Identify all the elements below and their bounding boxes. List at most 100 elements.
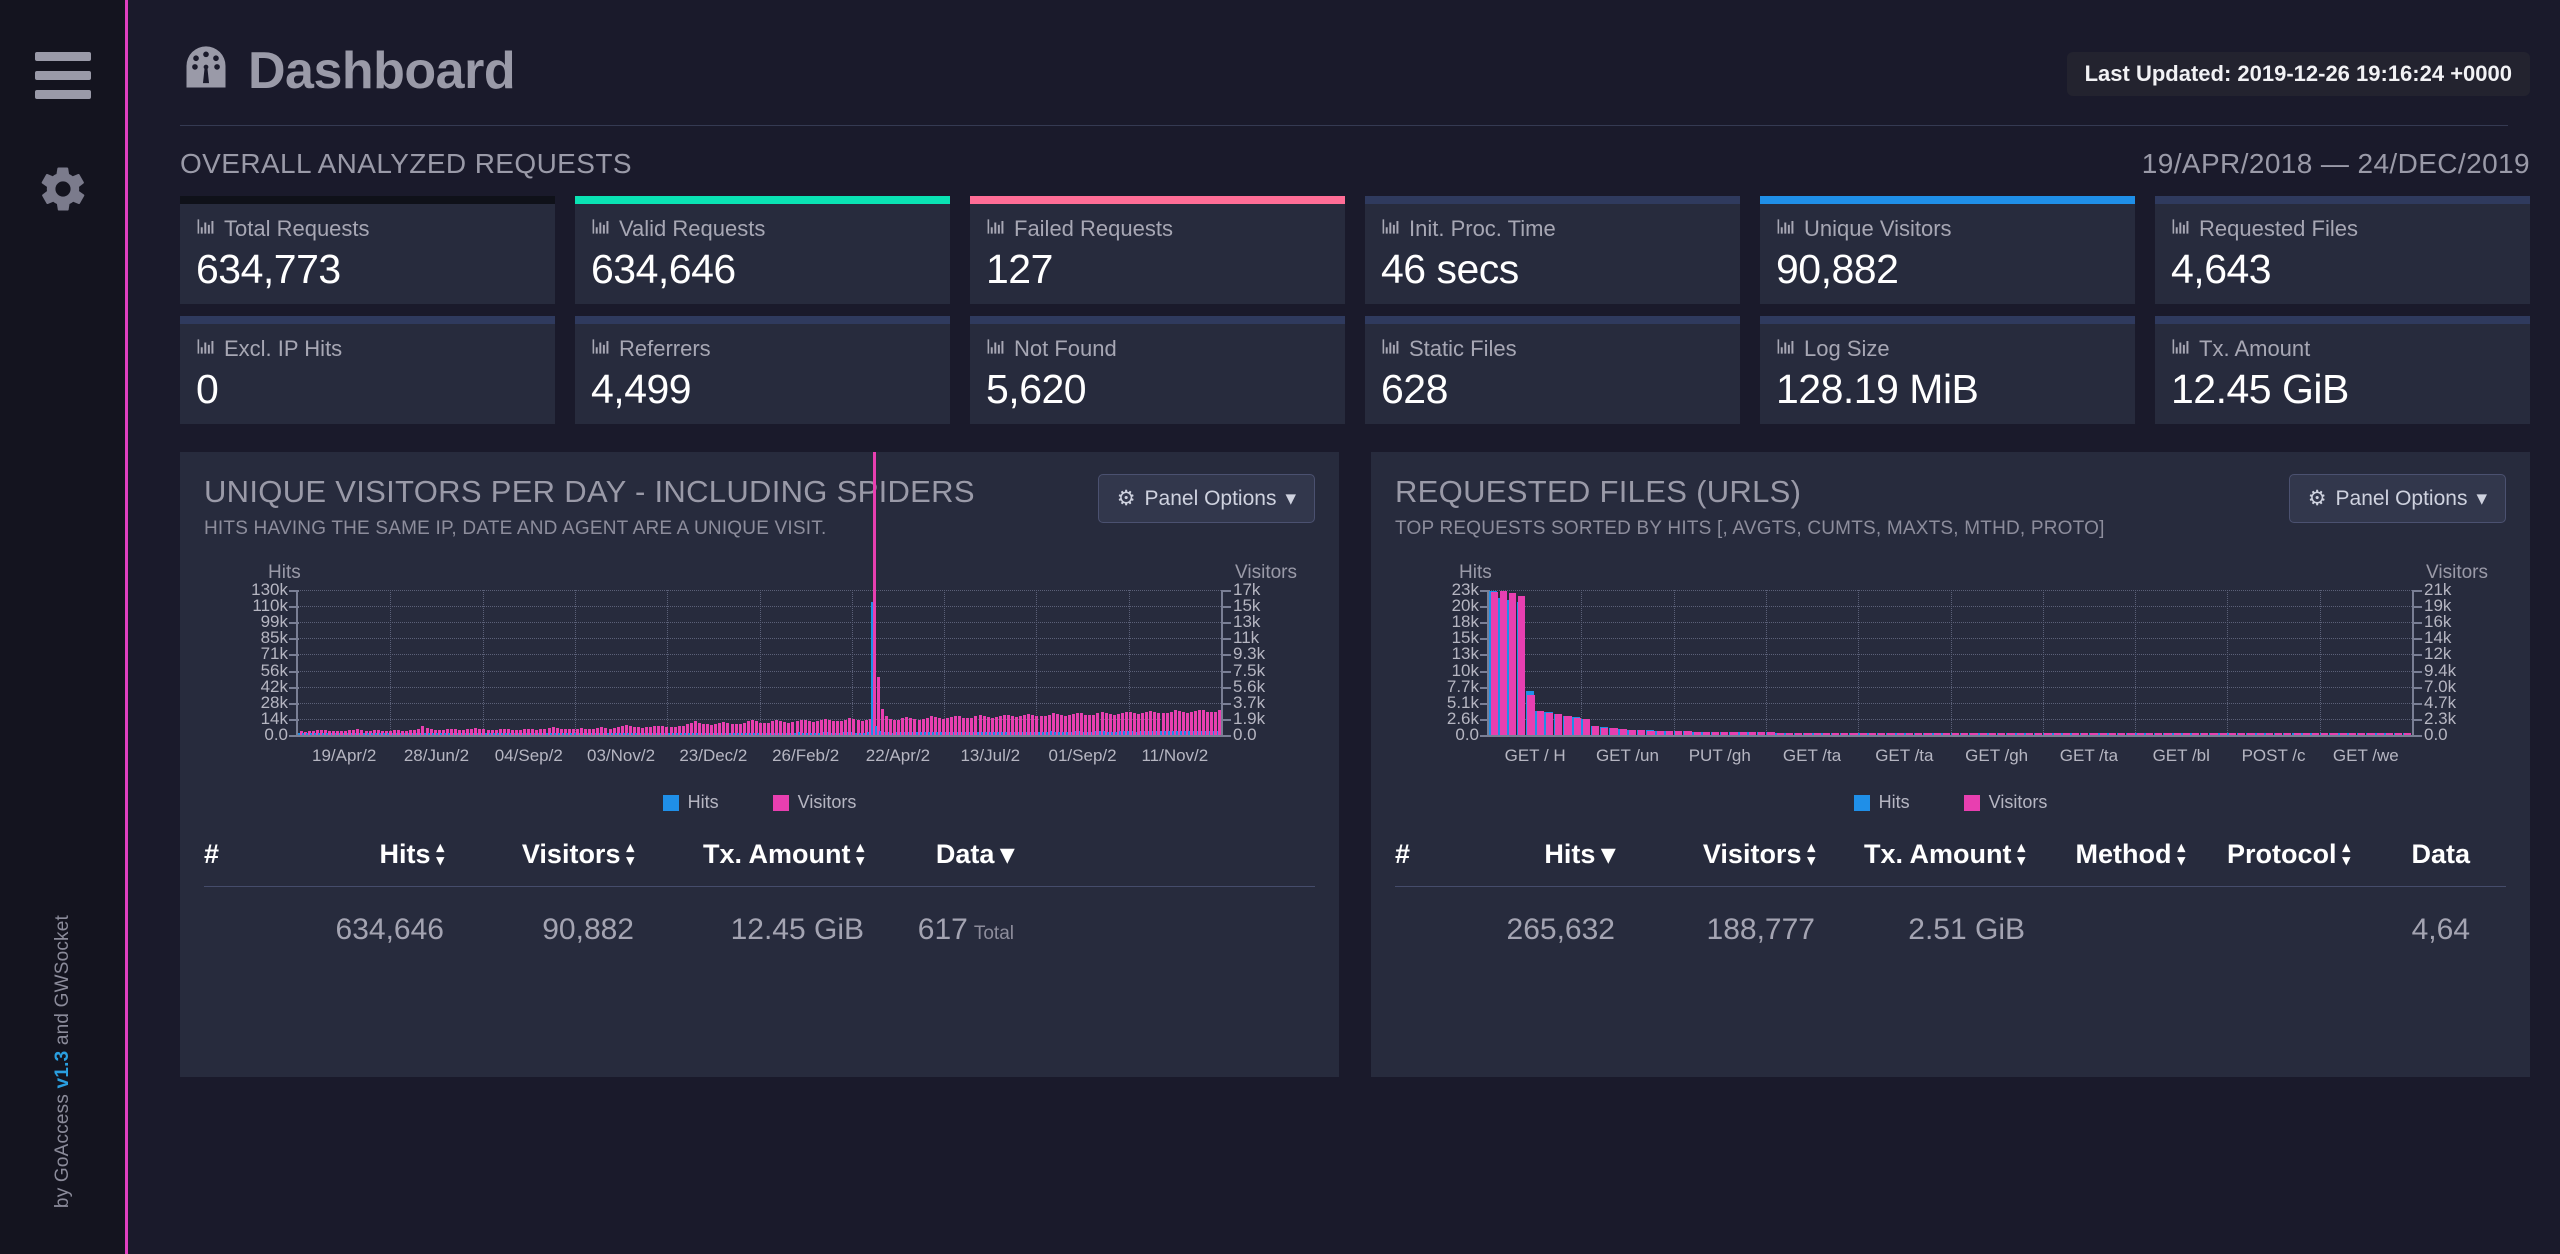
stat-card-accent-bar	[970, 316, 1345, 324]
chart-series-visitors-bar	[1998, 733, 2006, 735]
panel-table: # Hits ▴ ▾ Visitors ▴ ▾ Tx. Amount ▴ ▾ Data ▾ 634,64…	[204, 839, 1315, 947]
table-row: 265,632 188,777 2.51 GiB 4,64	[1395, 887, 2506, 947]
table-column-header[interactable]: Protocol ▴ ▾	[2185, 839, 2350, 870]
legend-item[interactable]: Hits	[662, 792, 719, 813]
legend-item[interactable]: Visitors	[772, 792, 856, 813]
table-column-header[interactable]: Data ▾	[864, 839, 1014, 870]
table-cell-suffix: Total	[973, 923, 1014, 944]
chart-series-visitors-bar	[2108, 733, 2117, 735]
table-column-header[interactable]: Visitors ▴ ▾	[444, 839, 634, 870]
panel-titles: UNIQUE VISITORS PER DAY - INCLUDING SPID…	[204, 474, 975, 540]
stat-card-label-text: Unique Visitors	[1804, 216, 1952, 241]
stat-card: Failed Requests 127	[970, 196, 1345, 304]
table-column-header[interactable]: #	[204, 839, 264, 870]
chart-series-visitors-bar	[1555, 714, 1563, 735]
chevron-down-icon: ▾	[1285, 487, 1296, 510]
panel-subtitle: HITS HAVING THE SAME IP, DATE AND AGENT …	[204, 518, 827, 539]
chart-series-visitors-bar	[1592, 726, 1600, 735]
chart-x-tick: POST /c	[2241, 746, 2306, 765]
stat-card-label: Valid Requests	[591, 216, 934, 242]
table-cell	[2025, 913, 2185, 947]
chart-series-visitors-bar	[1684, 731, 1692, 735]
chart-series-visitors-bar	[1850, 732, 1858, 735]
stat-card-value: 5,620	[986, 366, 1087, 412]
chart-series-visitors-bar	[1915, 733, 1923, 735]
chart-series-visitors-bar	[2201, 733, 2209, 735]
table-column-label: Data	[2411, 839, 2470, 869]
stat-card-body: Static Files 628	[1365, 324, 1740, 424]
panel-title: UNIQUE VISITORS PER DAY - INCLUDING SPID…	[204, 474, 975, 509]
table-cell-value: 12.45 GiB	[730, 913, 864, 946]
chart-series-visitors-bar	[1859, 733, 1867, 735]
table-column-header[interactable]: Data	[2350, 839, 2470, 870]
chart-vertical-gridline	[1581, 590, 1583, 735]
table-column-header[interactable]: Tx. Amount ▴ ▾	[1815, 839, 2025, 870]
bar-chart-icon	[591, 336, 610, 362]
panel-header: UNIQUE VISITORS PER DAY - INCLUDING SPID…	[204, 474, 1315, 540]
table-column-header[interactable]: Hits ▾	[1455, 839, 1615, 870]
chart-x-tick: GET /ta	[2059, 746, 2119, 765]
table-column-header[interactable]: Visitors ▴ ▾	[1615, 839, 1815, 870]
chart-series-visitors-bar	[2330, 733, 2338, 735]
stat-card: Init. Proc. Time 46 secs	[1365, 196, 1740, 304]
stat-card-label: Total Requests	[196, 216, 539, 242]
chart-series-visitors-bar	[1730, 731, 1738, 735]
table-cell-value: 188,777	[1706, 913, 1815, 946]
chart-series-visitors-bar	[872, 452, 876, 735]
stat-card-value: 4,643	[2171, 246, 2272, 292]
table-column-label: Method	[2075, 839, 2172, 869]
credit-suffix: and GWSocket	[51, 914, 73, 1051]
topbar: Dashboard Last Updated: 2019-12-26 19:16…	[128, 0, 2560, 99]
stat-card-accent-bar	[1365, 196, 1740, 204]
bar-chart-icon	[1381, 216, 1400, 242]
stat-card-label: Excl. IP Hits	[196, 336, 539, 362]
chart-x-tick: GET /gh	[1965, 746, 2029, 765]
sort-toggle-icon[interactable]: ▴ ▾	[1807, 840, 1815, 867]
table-column-header[interactable]: Hits ▴ ▾	[264, 839, 444, 870]
chart-vertical-gridline	[2042, 590, 2044, 735]
sort-toggle-icon[interactable]: ▴ ▾	[2342, 840, 2350, 867]
sort-toggle-icon[interactable]: ▴ ▾	[2177, 840, 2185, 867]
table-column-header[interactable]: Tx. Amount ▴ ▾	[634, 839, 864, 870]
table-cell	[1395, 913, 1455, 947]
chart-series-visitors-bar	[1739, 732, 1747, 735]
table-row: 634,646 90,882 12.45 GiB 617 Total	[204, 887, 1315, 947]
table-column-label: Visitors	[1702, 839, 1802, 869]
gear-icon[interactable]	[37, 163, 89, 220]
table-column-label: #	[1395, 839, 1411, 869]
chart-series-visitors-bar	[1748, 732, 1757, 735]
sort-desc-icon[interactable]: ▾	[1601, 839, 1615, 870]
stat-card-grid: Total Requests 634,773 Valid Requests 634,6…	[128, 180, 2560, 436]
sort-toggle-icon[interactable]: ▴ ▾	[2017, 840, 2025, 867]
hamburger-menu-icon[interactable]	[34, 52, 91, 109]
stat-card-label: Log Size	[1776, 336, 2119, 362]
gear-icon: ⚙	[2307, 487, 2327, 510]
chart-vertical-gridline	[390, 590, 392, 735]
panel-options-button[interactable]: ⚙ Panel Options ▾	[2288, 474, 2506, 523]
chart-series-visitors-bar	[2385, 733, 2394, 735]
panel-options-button[interactable]: ⚙ Panel Options ▾	[1097, 474, 1315, 523]
chart-x-tick: GET / H	[1504, 746, 1566, 765]
bar-chart-icon	[986, 336, 1005, 362]
chart-series-visitors-bar	[1527, 695, 1535, 735]
table-cell: 634,646	[264, 913, 444, 947]
sort-desc-icon[interactable]: ▾	[1000, 839, 1014, 870]
stat-card-label-text: Excl. IP Hits	[224, 336, 343, 361]
chart-series-visitors-bar	[2136, 733, 2144, 735]
sort-toggle-icon[interactable]: ▴ ▾	[436, 840, 444, 867]
legend-item[interactable]: Hits	[1853, 792, 1910, 813]
sort-toggle-icon[interactable]: ▴ ▾	[856, 840, 864, 867]
sort-toggle-icon[interactable]: ▴ ▾	[626, 840, 634, 867]
stat-card-value: 127	[986, 246, 1053, 292]
chart-x-tick: 03/Nov/2	[587, 746, 656, 765]
chart-series-visitors-bar	[2081, 733, 2089, 735]
table-column-header[interactable]: #	[1395, 839, 1455, 870]
stat-card-label: Init. Proc. Time	[1381, 216, 1724, 242]
bar-chart-icon	[591, 216, 610, 242]
panel-header: REQUESTED FILES (URLS) TOP REQUESTS SORTE…	[1395, 474, 2506, 540]
panel-subtitle: TOP REQUESTS SORTED BY HITS [, AVGTS, CU…	[1395, 518, 2105, 539]
chart-series-visitors-bar	[1665, 731, 1674, 735]
legend-item[interactable]: Visitors	[1963, 792, 2047, 813]
chart-series-visitors-bar	[1988, 733, 1997, 735]
table-column-header[interactable]: Method ▴ ▾	[2025, 839, 2185, 870]
